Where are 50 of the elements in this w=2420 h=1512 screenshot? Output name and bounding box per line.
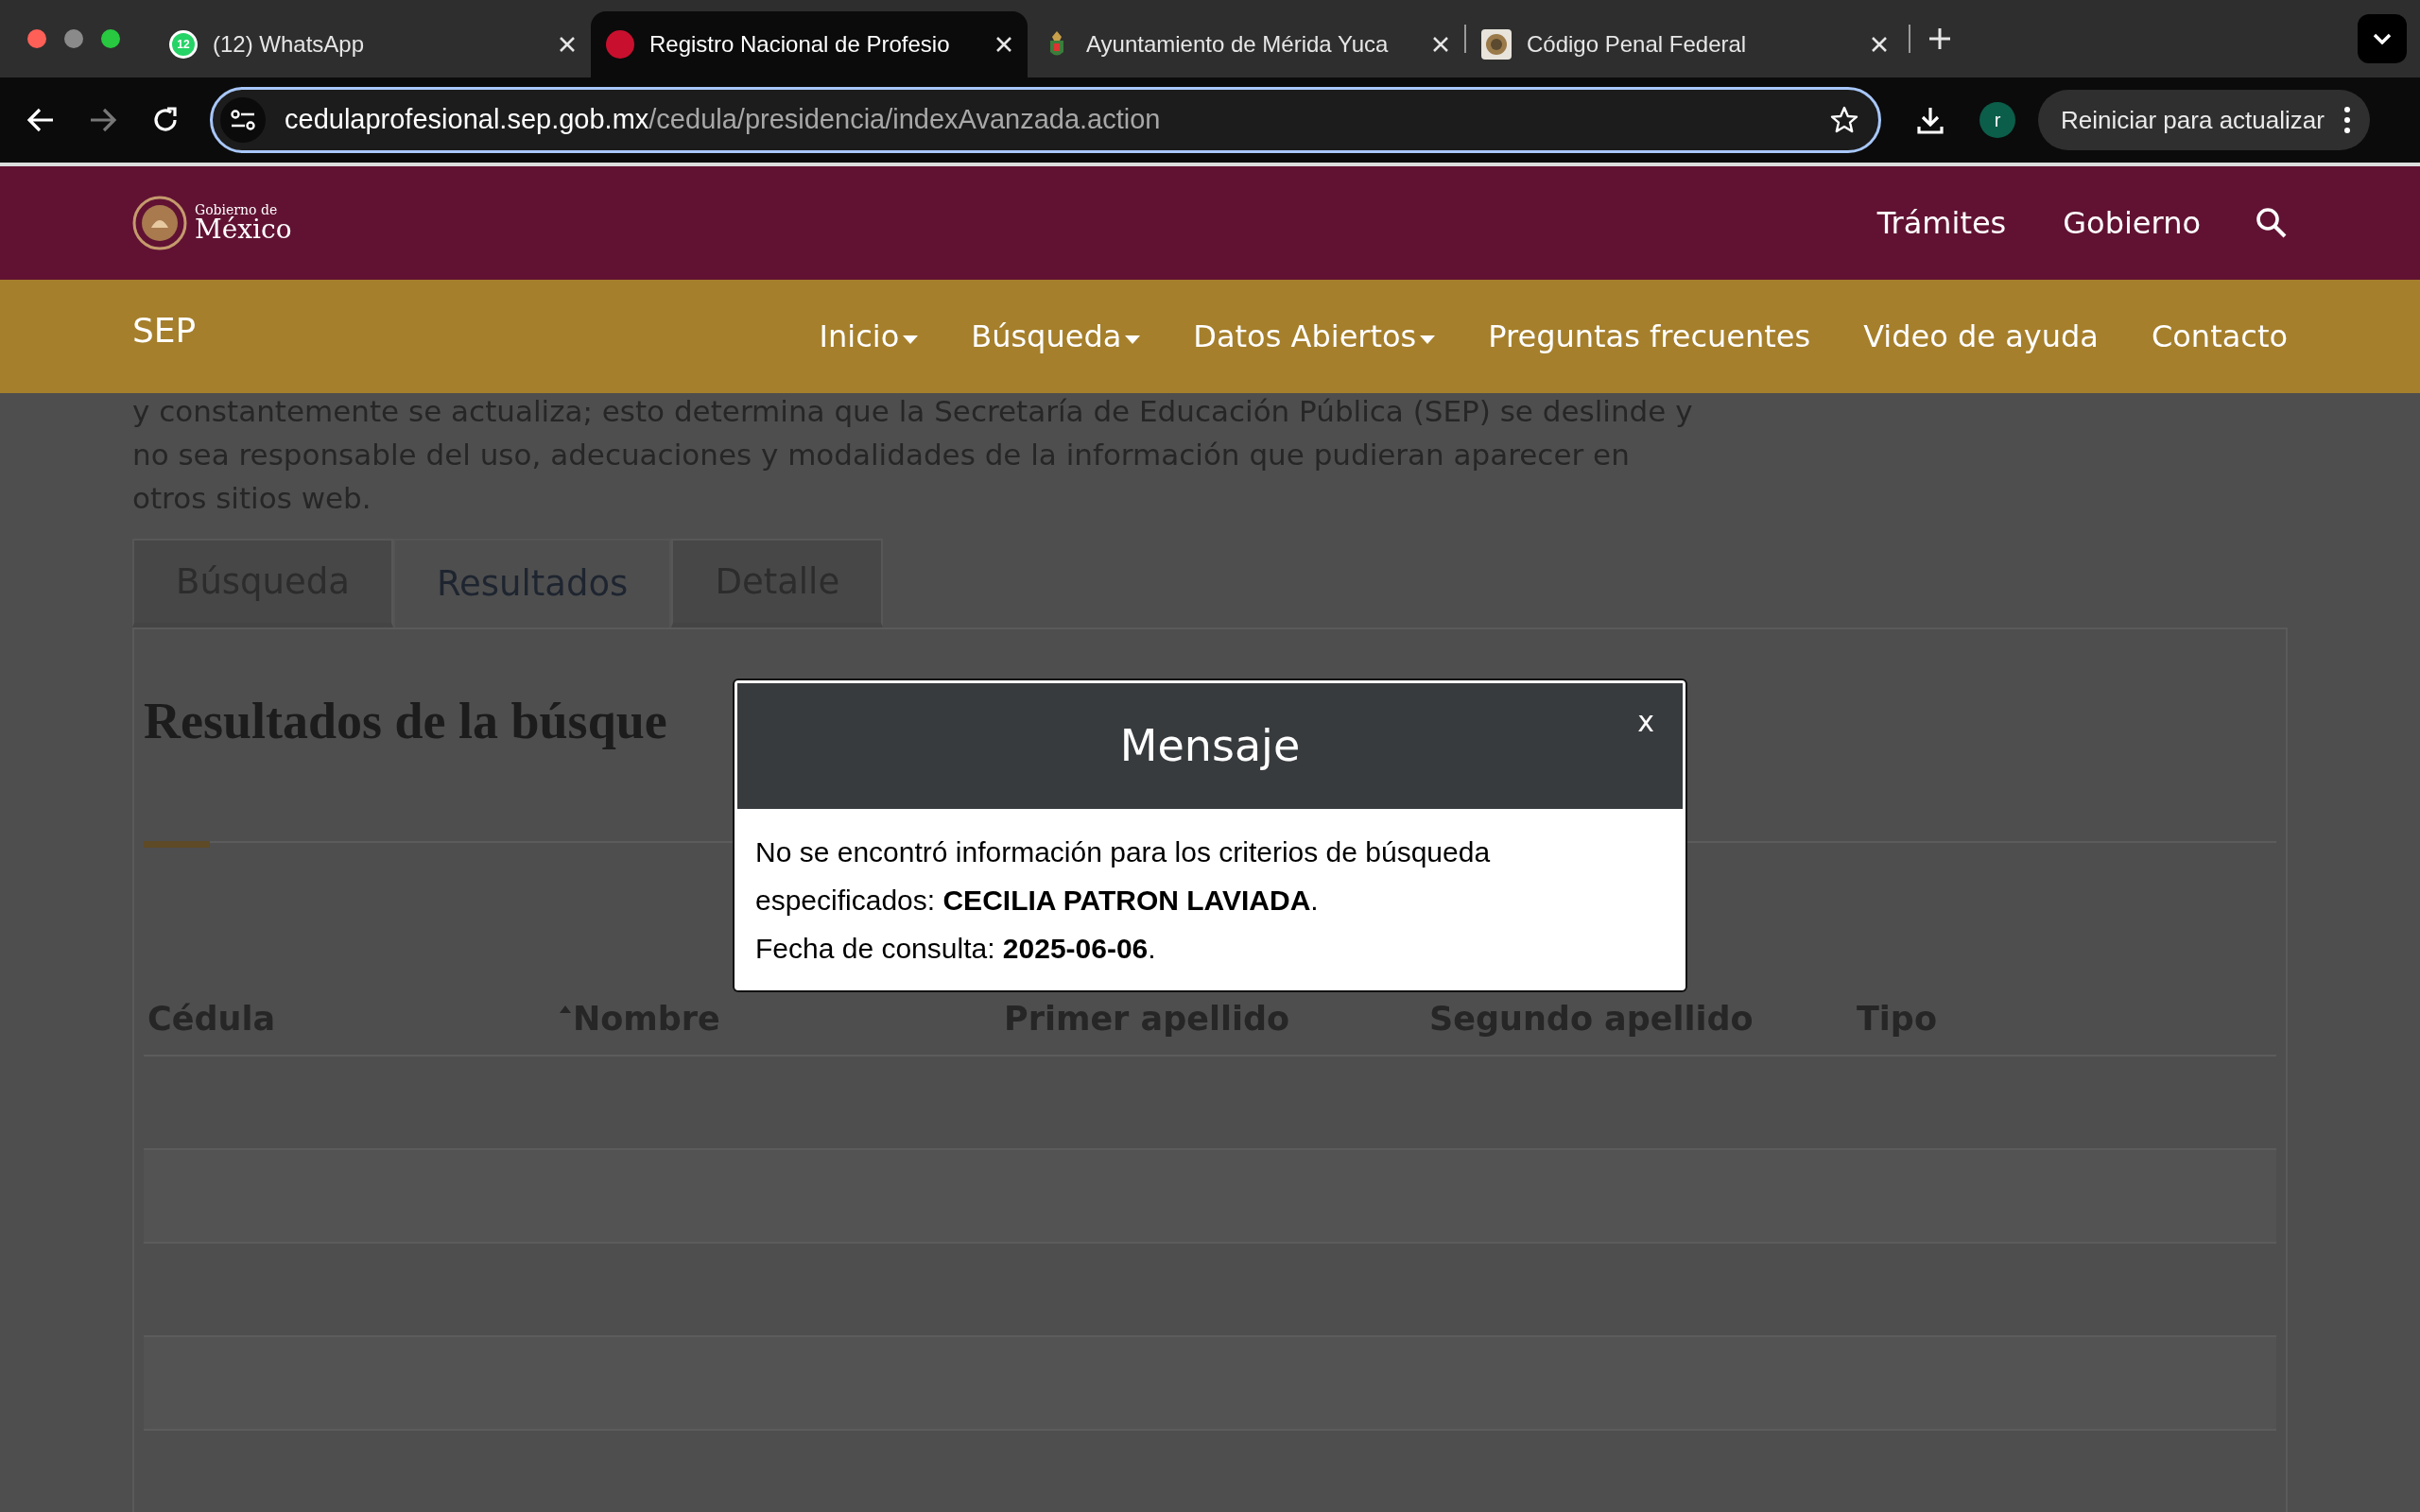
nav-link[interactable]: Datos Abiertos (1193, 314, 1436, 359)
dialog-title: Mensaje (1119, 719, 1301, 773)
close-button[interactable]: x (1637, 708, 1654, 736)
search-icon[interactable] (2256, 207, 2288, 239)
close-icon[interactable] (1432, 36, 1449, 53)
browser-tab[interactable]: Registro Nacional de Profesio (591, 11, 1028, 77)
seal-icon (1481, 29, 1512, 60)
nav-link[interactable]: Preguntas frecuentes (1488, 314, 1811, 359)
close-icon[interactable] (1871, 36, 1888, 53)
close-icon[interactable] (559, 36, 576, 53)
site-settings-button[interactable] (220, 97, 266, 143)
heading-underline (144, 841, 210, 848)
new-tab-icon[interactable] (1927, 26, 1952, 51)
more-icon (2342, 106, 2351, 134)
browser-tab[interactable]: Código Penal Federal (1466, 11, 1903, 77)
dialog-message: No se encontró información para los criterios de búsqueda especificados: CECILIA PATRON LAVIADA. (755, 835, 1492, 918)
download-icon[interactable] (1915, 105, 1945, 135)
nav-link[interactable]: Inicio (819, 314, 919, 359)
query-date-text: Fecha de consulta: 2025-06-06. (755, 932, 1157, 966)
tab-title: Código Penal Federal (1527, 30, 1748, 59)
forward-arrow-icon[interactable] (89, 107, 117, 133)
close-window-button[interactable] (27, 29, 46, 48)
tune-icon (230, 109, 256, 131)
header-link[interactable]: Gobierno (2063, 200, 2201, 246)
close-icon[interactable] (995, 36, 1012, 53)
nav-link[interactable]: Contacto (2151, 314, 2288, 359)
bookmark-star-icon[interactable] (1829, 105, 1859, 135)
maximize-window-button[interactable] (101, 29, 120, 48)
update-button[interactable]: Reiniciar para actualizar (2038, 90, 2370, 150)
site-brand[interactable]: SEP (132, 305, 197, 356)
header-link[interactable]: Trámites (1876, 200, 2007, 246)
chevron-down-icon (2373, 33, 2392, 44)
logo-subtitle: Gobierno de (195, 203, 278, 216)
minimize-window-button[interactable] (64, 29, 83, 48)
chat-icon: 12 (169, 30, 198, 59)
address-bar[interactable]: cedulaprofesional.sep.gob.mx/cedula/presidencia/indexAvanzada.action (210, 87, 1881, 153)
logo-title: México (195, 216, 292, 243)
tab-title: Registro Nacional de Profesio (649, 30, 951, 59)
emblem-icon (132, 196, 187, 250)
url-text: cedulaprofesional.sep.gob.mx/cedula/presidencia/indexAvanzada.action (285, 103, 1162, 137)
browser-tab[interactable]: 12 (12) WhatsApp (154, 11, 591, 77)
nav-link[interactable]: Búsqueda (971, 314, 1141, 359)
reload-icon[interactable] (151, 106, 180, 134)
profile-avatar[interactable]: r (1979, 102, 2015, 138)
tab-title: (12) WhatsApp (213, 30, 366, 59)
nav-link[interactable]: Video de ayuda (1863, 314, 2099, 359)
back-arrow-icon[interactable] (26, 107, 55, 133)
tab-title: Ayuntamiento de Mérida Yuca (1086, 30, 1390, 59)
browser-tab[interactable]: Ayuntamiento de Mérida Yuca (1028, 11, 1464, 77)
tab-search-button[interactable] (2358, 14, 2407, 63)
